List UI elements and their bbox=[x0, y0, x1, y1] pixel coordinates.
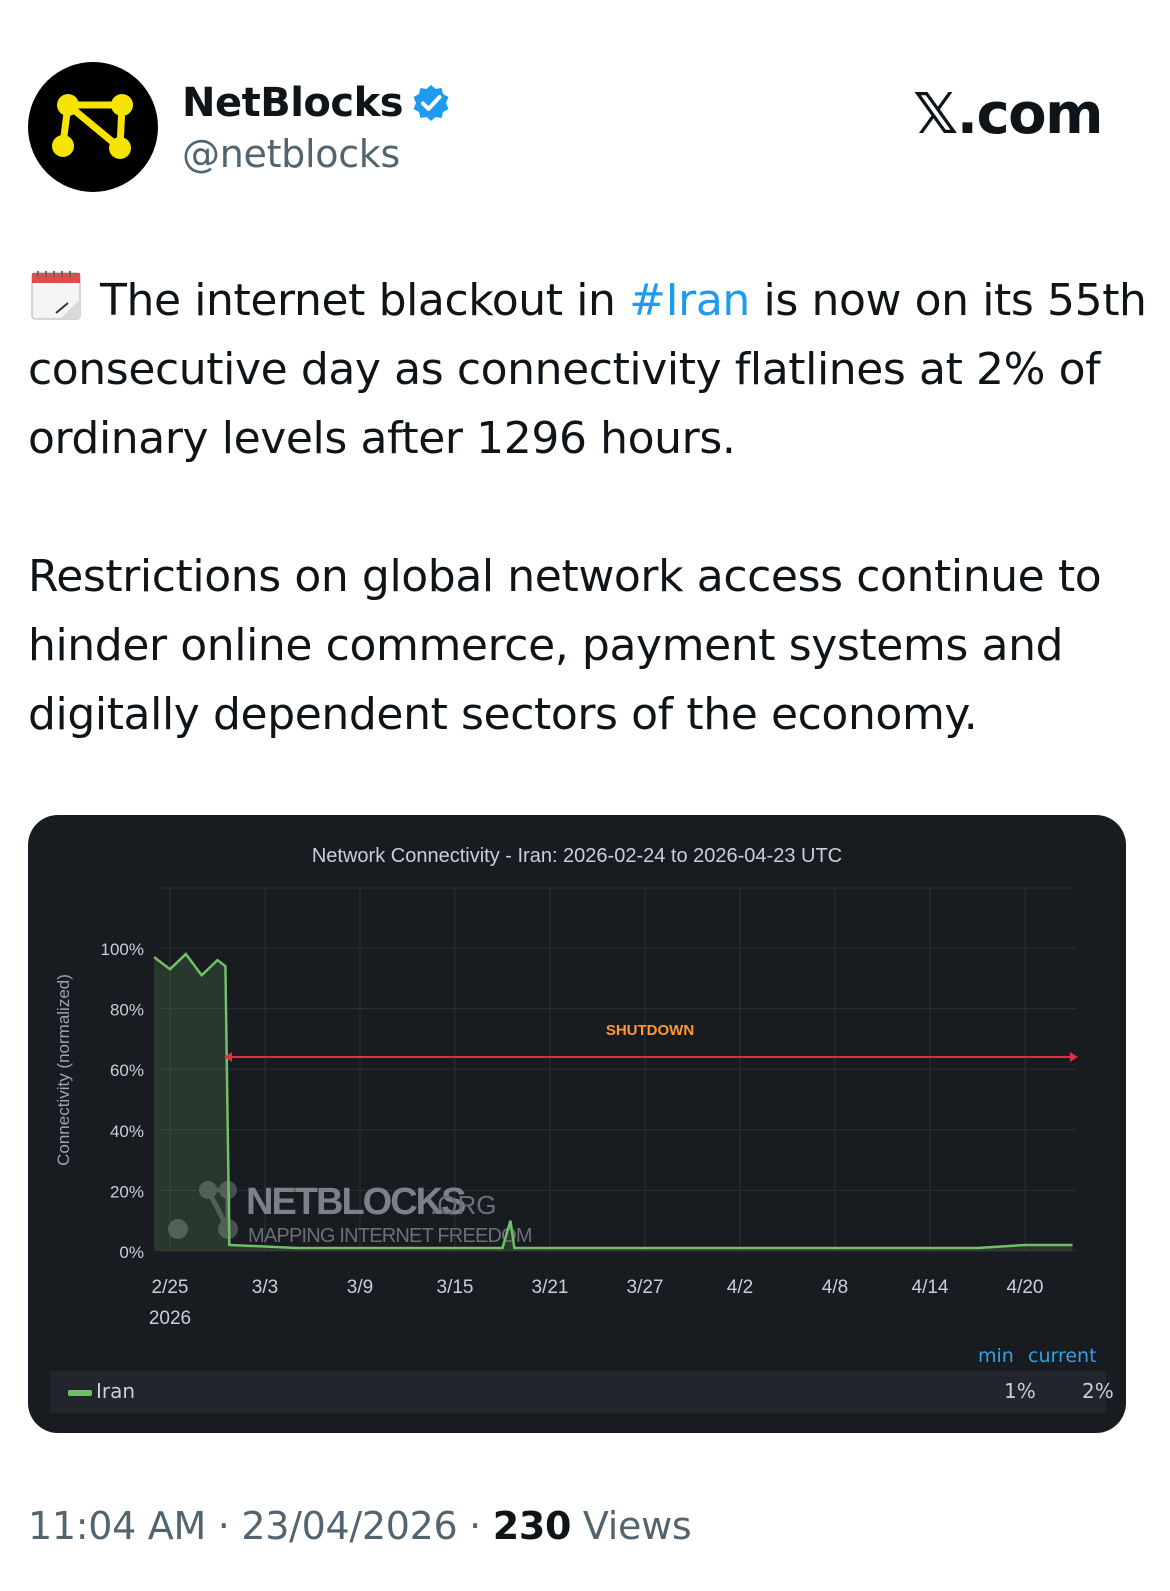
y-axis-label: Connectivity (normalized) bbox=[54, 974, 73, 1166]
verified-badge-icon bbox=[413, 85, 449, 121]
x-tick-label: 2/25 bbox=[152, 1277, 189, 1298]
y-tick-label: 40% bbox=[110, 1122, 144, 1141]
author-name[interactable]: NetBlocks bbox=[182, 80, 404, 126]
legend-col-current[interactable]: current bbox=[1028, 1345, 1097, 1367]
shutdown-label: SHUTDOWN bbox=[606, 1022, 694, 1039]
separator: · bbox=[469, 1504, 481, 1548]
legend-series-name: Iran bbox=[96, 1379, 136, 1403]
tweet-text: The internet blackout in #Iran is now on… bbox=[28, 266, 1148, 749]
legend-current-value: 2% bbox=[1082, 1379, 1114, 1403]
chart-image[interactable]: Network Connectivity - Iran: 2026-02-24 … bbox=[28, 815, 1126, 1433]
tweet-meta: 11:04 AM · 23/04/2026 · 230 Views bbox=[28, 1504, 692, 1548]
tweet-date[interactable]: 23/04/2026 bbox=[241, 1504, 457, 1548]
connectivity-chart: Network Connectivity - Iran: 2026-02-24 … bbox=[54, 845, 1078, 1329]
x-tick-label: 3/15 bbox=[437, 1277, 474, 1298]
separator: · bbox=[217, 1504, 230, 1548]
tweet-header: NetBlocks @netblocks 𝕏.com bbox=[28, 62, 1142, 196]
tweet-time[interactable]: 11:04 AM bbox=[28, 1504, 206, 1548]
x-tick-label: 4/20 bbox=[1007, 1277, 1044, 1298]
x-tick-label: 4/8 bbox=[822, 1277, 848, 1298]
x-tick-label: 4/14 bbox=[912, 1277, 949, 1298]
views-label: Views bbox=[582, 1504, 692, 1548]
watermark-suffix: .ORG bbox=[430, 1190, 496, 1220]
x-tick-sublabel: 2026 bbox=[149, 1308, 191, 1329]
x-tick-label: 3/21 bbox=[532, 1277, 569, 1298]
y-tick-label: 0% bbox=[119, 1243, 144, 1262]
x-tick-label: 3/3 bbox=[252, 1277, 278, 1298]
y-tick-label: 100% bbox=[101, 940, 144, 959]
y-tick-label: 80% bbox=[110, 1001, 144, 1020]
legend-col-min[interactable]: min bbox=[978, 1345, 1014, 1367]
tweet-text-part: The internet blackout in bbox=[100, 275, 630, 326]
x-tick-label: 4/2 bbox=[727, 1277, 753, 1298]
views-count: 230 bbox=[492, 1504, 572, 1548]
legend-row[interactable]: Iran 1% 2% bbox=[50, 1371, 1114, 1413]
legend-min-value: 1% bbox=[1004, 1379, 1036, 1403]
tweet-paragraph-2: Restrictions on global network access co… bbox=[28, 551, 1102, 740]
x-tick-label: 3/27 bbox=[627, 1277, 664, 1298]
y-tick-label: 20% bbox=[110, 1182, 144, 1201]
author-info: NetBlocks @netblocks bbox=[182, 78, 451, 176]
author-handle[interactable]: @netblocks bbox=[182, 132, 451, 176]
chart-title: Network Connectivity - Iran: 2026-02-24 … bbox=[312, 845, 842, 867]
hashtag-link[interactable]: #Iran bbox=[629, 275, 750, 326]
legend-swatch bbox=[68, 1390, 92, 1396]
y-tick-label: 60% bbox=[110, 1061, 144, 1080]
x-tick-label: 3/9 bbox=[347, 1277, 373, 1298]
x-logo: 𝕏.com bbox=[913, 82, 1103, 147]
netblocks-logo-icon bbox=[52, 94, 133, 159]
avatar[interactable] bbox=[28, 62, 158, 192]
calendar-icon bbox=[31, 271, 81, 320]
watermark-tagline: MAPPING INTERNET FREEDOM bbox=[248, 1225, 532, 1247]
shutdown-annotation: SHUTDOWN bbox=[224, 1022, 1078, 1062]
